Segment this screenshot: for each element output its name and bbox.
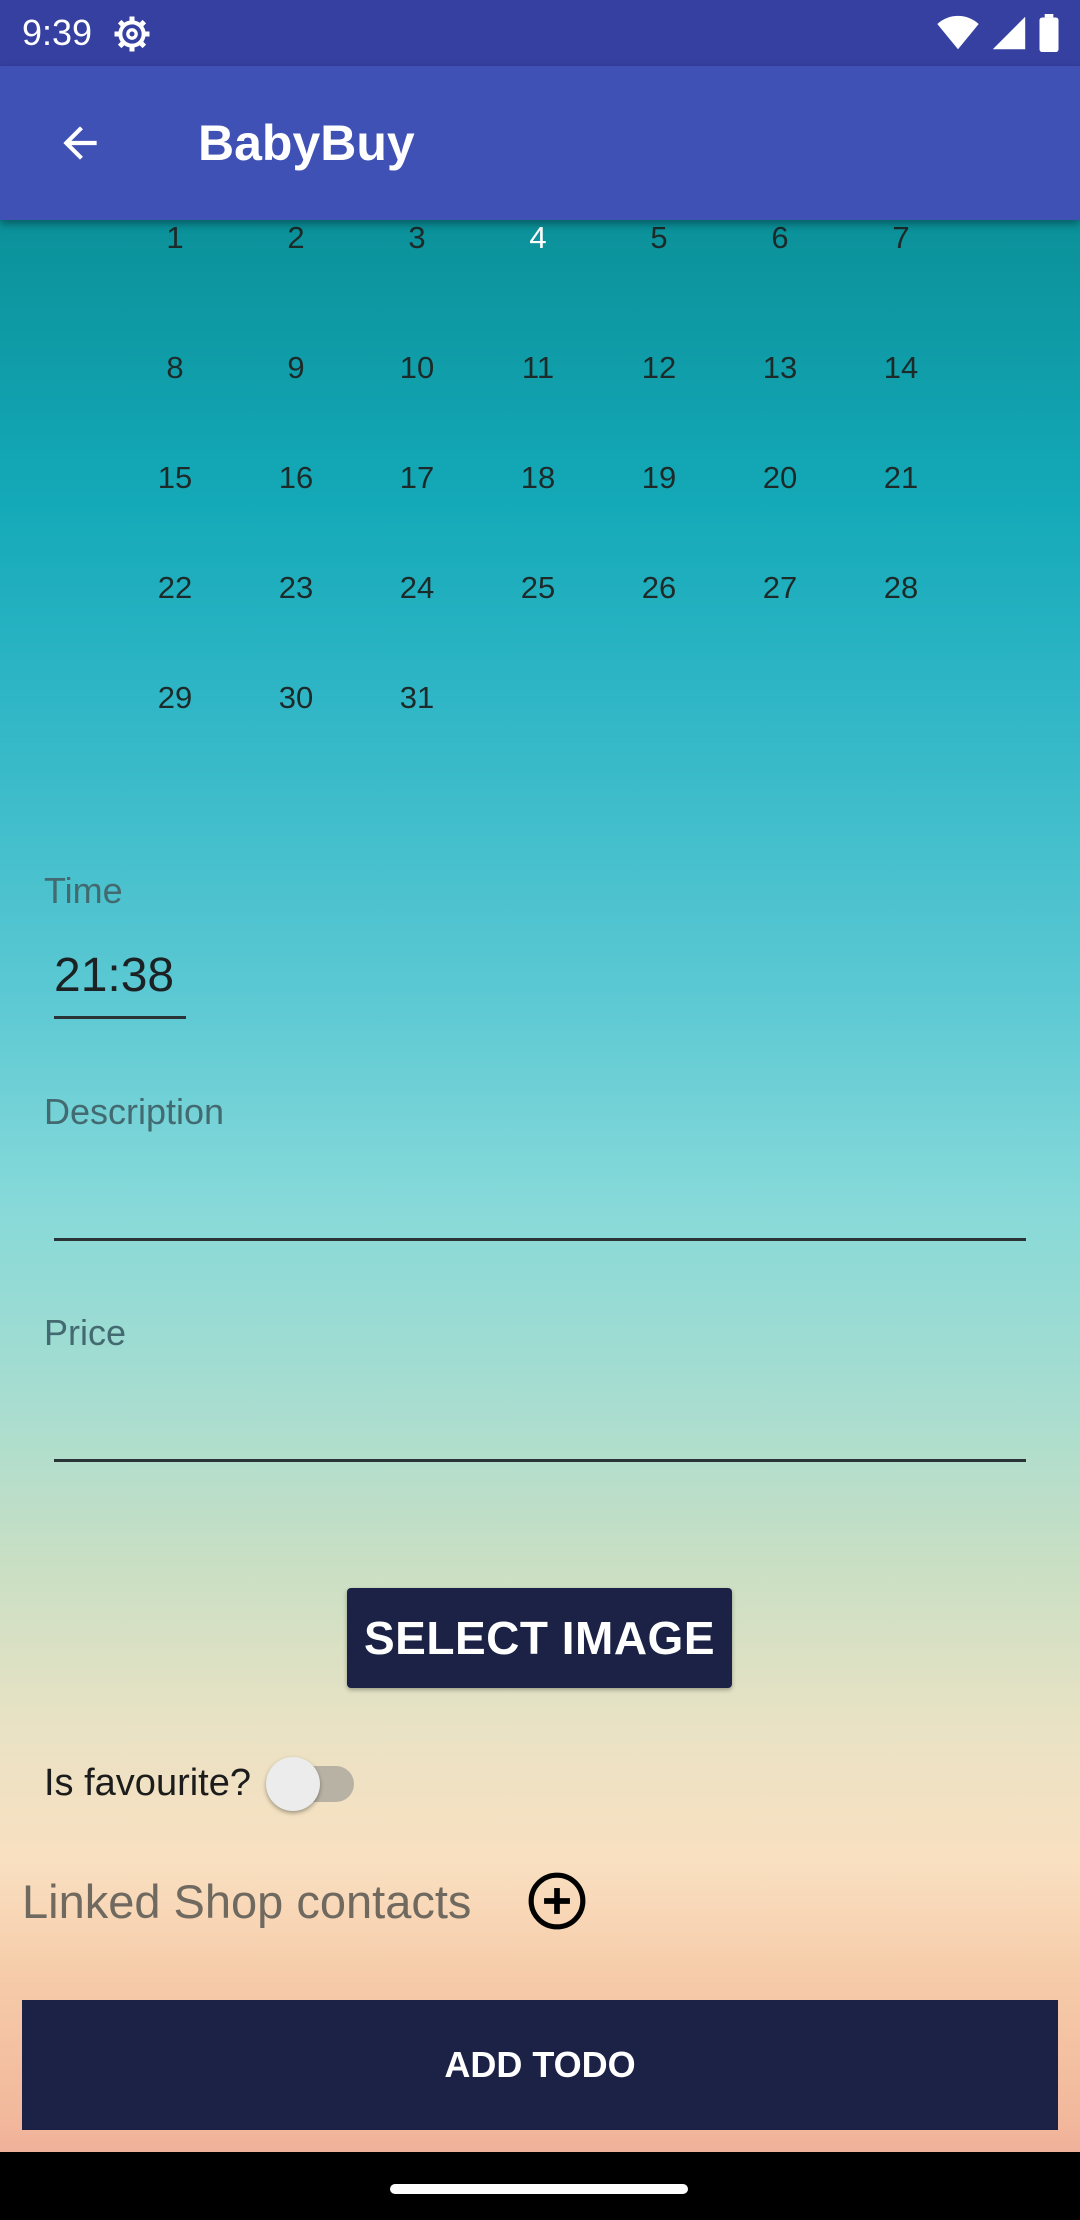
calendar-day-label: 24 [399,570,435,605]
calendar-day[interactable]: 8 [120,313,230,423]
calendar-day[interactable]: 23 [241,533,351,643]
calendar-day[interactable]: 26 [604,533,714,643]
calendar-day-label: 4 [529,220,547,255]
app-title: BabyBuy [198,115,415,171]
select-image-button[interactable]: SELECT IMAGE [347,1588,732,1688]
calendar-day-label: 16 [278,460,314,495]
calendar-day-label: 21 [883,460,919,495]
status-icons [936,14,1060,52]
calendar-day-label: 31 [399,680,435,715]
calendar-day-label: 27 [762,570,798,605]
calendar-day[interactable]: 24 [362,533,472,643]
calendar-day[interactable]: 14 [846,313,956,423]
calendar-day[interactable]: 20 [725,423,835,533]
calendar-day[interactable]: 11 [483,313,593,423]
calendar-day-label: 19 [641,460,677,495]
favourite-label: Is favourite? [44,1762,251,1804]
status-bar: 9:39 [0,0,1080,66]
calendar-day[interactable]: 25 [483,533,593,643]
calendar-day[interactable]: 18 [483,423,593,533]
back-button[interactable] [40,103,120,183]
description-input[interactable] [54,1168,1030,1240]
battery-icon [1039,14,1059,52]
calendar-day-label: 29 [157,680,193,715]
arrow-back-icon [63,126,97,160]
calendar-day[interactable]: 29 [120,643,230,753]
time-field[interactable]: 21:38 [54,948,174,1003]
app-bar: BabyBuy [0,66,1080,220]
cellular-signal-icon [992,16,1026,50]
add-todo-button[interactable]: ADD TODO [22,2000,1058,2130]
calendar-day[interactable]: 21 [846,423,956,533]
calendar-day-label: 3 [408,220,426,255]
calendar-day-label: 10 [399,350,435,385]
calendar-day[interactable]: 27 [725,533,835,643]
calendar-grid: 1 2 3 4 5 6 7 8 9 10 11 12 13 14 15 16 17 18 19 20 21 22 23 24 2… [0,183,1080,760]
home-gesture-handle[interactable] [390,2184,688,2194]
calendar-day-label: 22 [157,570,193,605]
time-label: Time [44,870,123,911]
calendar-day[interactable]: 22 [120,533,230,643]
calendar-day-label: 28 [883,570,919,605]
calendar-day[interactable]: 12 [604,313,714,423]
calendar-day[interactable]: 13 [725,313,835,423]
calendar-day-label: 14 [883,350,919,385]
calendar-day[interactable]: 28 [846,533,956,643]
favourite-switch[interactable] [266,1757,320,1811]
price-label: Price [44,1312,127,1353]
description-underline [54,1238,1026,1241]
calendar-day[interactable]: 10 [362,313,472,423]
calendar-day-label: 11 [521,350,555,385]
calendar-day-label: 9 [287,350,305,385]
calendar-day-label: 18 [520,460,556,495]
calendar-day[interactable]: 9 [241,313,351,423]
add-circle-icon[interactable] [526,1870,588,1932]
calendar-day[interactable]: 31 [362,643,472,753]
calendar-day[interactable]: 19 [604,423,714,533]
calendar-day-label: 12 [641,350,677,385]
calendar-day-label: 1 [166,220,184,255]
calendar-day-label: 2 [287,220,305,255]
calendar-day[interactable]: 16 [241,423,351,533]
calendar-day-label: 25 [520,570,556,605]
screen: 9:39 BabyBuy 1 2 3 4 5 6 7 8 9 10 11 12 … [0,0,1080,2220]
calendar-day-label: 15 [157,460,193,495]
linked-contacts-label: Linked Shop contacts [22,1875,472,1928]
calendar-day-label: 26 [641,570,677,605]
calendar-day-label: 8 [166,350,184,385]
calendar-day-label: 5 [650,220,668,255]
wifi-icon [937,15,979,50]
calendar-day-label: 13 [762,350,798,385]
price-underline [54,1459,1026,1462]
price-input[interactable] [54,1389,1030,1461]
calendar-day-label: 6 [771,220,789,255]
calendar-day-label: 23 [278,570,314,605]
calendar-day-label: 30 [278,680,314,715]
calendar-day-label: 7 [892,220,910,255]
calendar-day[interactable]: 15 [120,423,230,533]
calendar-day[interactable]: 17 [362,423,472,533]
calendar-day-label: 17 [399,460,435,495]
time-underline [54,1016,186,1019]
calendar-day[interactable]: 30 [241,643,351,753]
settings-gear-icon [114,16,150,52]
calendar-day-label: 20 [762,460,798,495]
description-label: Description [44,1091,225,1132]
status-time: 9:39 [22,12,93,53]
